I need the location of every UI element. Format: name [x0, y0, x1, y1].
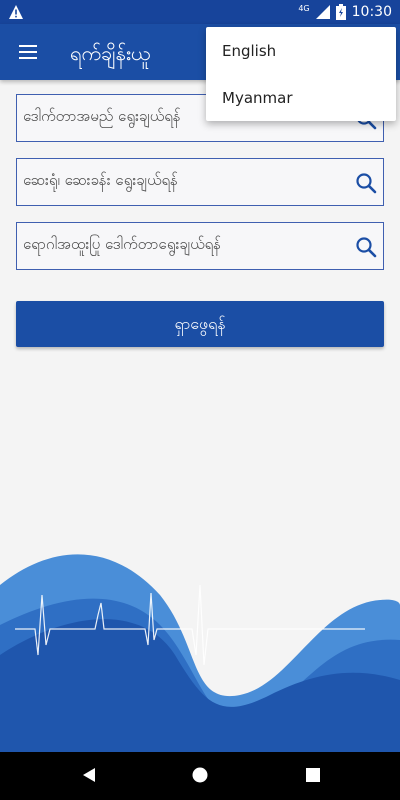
doctor-search-placeholder: ဒေါက်တာအမည် ရွေးချယ်ရန်	[23, 107, 181, 125]
recents-square-icon[interactable]	[304, 766, 322, 784]
home-circle-icon[interactable]	[191, 766, 209, 784]
page-title: ရက်ချိန်းယူ	[70, 41, 151, 65]
status-bar: 4G 10:30	[0, 0, 400, 24]
system-navigation-bar	[0, 752, 400, 800]
search-icon[interactable]	[355, 172, 377, 194]
specialty-search-placeholder: ရောဂါအထူးပြု ဒေါက်တာရွေးချယ်ရန်	[23, 235, 222, 253]
network-type: 4G	[298, 3, 310, 13]
heartbeat-wave-illustration	[0, 554, 400, 753]
back-triangle-icon[interactable]	[80, 766, 98, 784]
search-icon[interactable]	[355, 236, 377, 258]
specialty-search-field[interactable]: ရောဂါအထူးပြု ဒေါက်တာရွေးချယ်ရန်	[16, 222, 384, 270]
hospital-search-placeholder: ဆေးရုံ၊ ဆေးခန်း ရွေးချယ်ရန်	[23, 171, 178, 189]
menu-item-english[interactable]: English	[222, 42, 276, 60]
language-menu: English Myanmar	[206, 27, 396, 121]
search-button[interactable]: ရှာဖွေရန်	[16, 301, 384, 347]
signal-icon	[315, 5, 330, 19]
hospital-search-field[interactable]: ဆေးရုံ၊ ဆေးခန်း ရွေးချယ်ရန်	[16, 158, 384, 206]
warning-triangle-icon	[9, 5, 23, 19]
hamburger-menu-icon[interactable]	[16, 40, 40, 64]
clock: 10:30	[351, 4, 392, 20]
menu-item-myanmar[interactable]: Myanmar	[222, 89, 293, 107]
battery-icon	[335, 4, 346, 20]
